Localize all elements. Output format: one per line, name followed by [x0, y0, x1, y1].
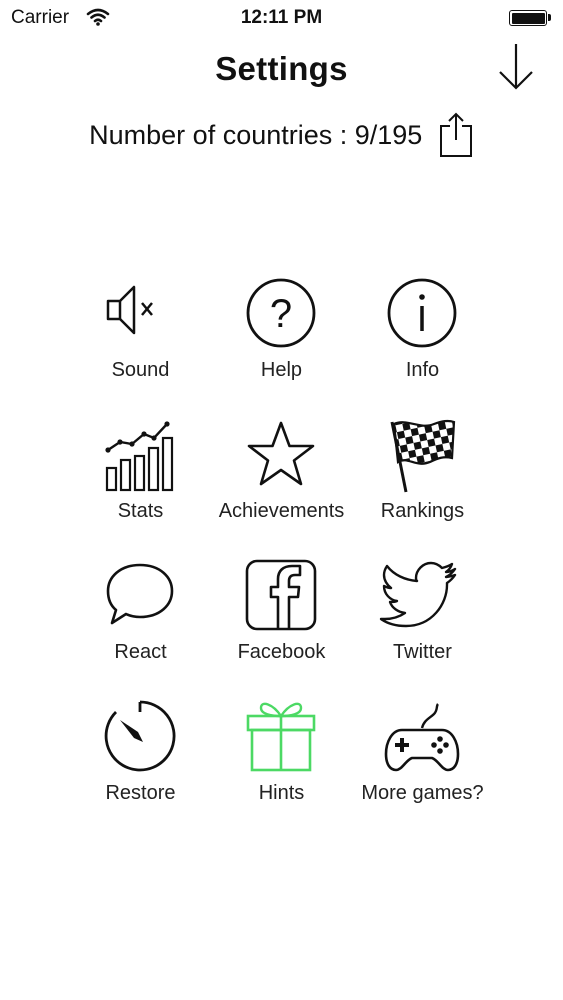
- more-games-label: More games?: [361, 782, 484, 804]
- twitter-button[interactable]: Twitter: [352, 557, 493, 698]
- countries-row: Number of countries : 9/195: [0, 112, 563, 158]
- rankings-label: Rankings: [380, 500, 465, 522]
- sound-button[interactable]: Sound: [70, 275, 211, 416]
- gift-icon: [231, 698, 331, 776]
- info-circle-icon: [372, 275, 472, 353]
- stats-chart-icon: [90, 416, 190, 494]
- close-button[interactable]: [494, 42, 538, 92]
- checkered-flag-icon: [372, 416, 472, 494]
- star-icon: [231, 416, 331, 494]
- twitter-bird-icon: [372, 557, 472, 635]
- timer-icon: [90, 698, 190, 776]
- twitter-label: Twitter: [393, 641, 452, 663]
- speaker-muted-icon: [90, 275, 190, 353]
- stats-button[interactable]: Stats: [70, 416, 211, 557]
- status-time: 12:11 PM: [240, 7, 323, 28]
- battery-icon: [509, 10, 547, 26]
- facebook-icon: [231, 557, 331, 635]
- more-games-button[interactable]: More games?: [352, 698, 493, 839]
- achievements-button[interactable]: Achievements: [211, 416, 352, 557]
- react-button[interactable]: React: [70, 557, 211, 698]
- svg-text:?: ?: [270, 292, 292, 336]
- share-icon: [439, 112, 472, 157]
- arrow-down-icon: [499, 44, 533, 90]
- question-circle-icon: ?: [231, 275, 331, 353]
- battery-tip: [548, 14, 551, 21]
- facebook-button[interactable]: Facebook: [211, 557, 352, 698]
- rankings-button[interactable]: Rankings: [352, 416, 493, 557]
- info-button[interactable]: Info: [352, 275, 493, 416]
- hints-button[interactable]: Hints: [211, 698, 352, 839]
- share-button[interactable]: [438, 112, 474, 158]
- countries-count-label: Number of countries : 9/195: [89, 119, 423, 150]
- speech-bubble-icon: [90, 557, 190, 635]
- info-label: Info: [405, 359, 440, 381]
- page-title: Settings: [215, 50, 348, 87]
- help-button[interactable]: ? Help: [211, 275, 352, 416]
- restore-button[interactable]: Restore: [70, 698, 211, 839]
- status-bar: Carrier 12:11 PM: [0, 0, 563, 36]
- gamepad-icon: [372, 698, 472, 776]
